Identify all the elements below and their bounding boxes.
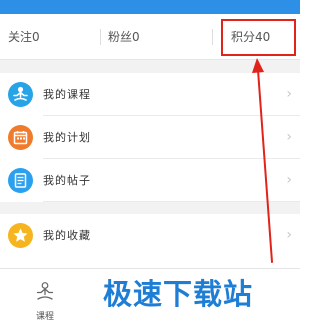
section-gap [0,202,300,214]
highlight-box [221,19,296,56]
calendar-icon [8,125,33,150]
menu-item-label: 我的课程 [43,88,91,101]
menu-item-label: 我的计划 [43,131,91,144]
follow-count[interactable]: 关注0 [8,14,88,60]
divider [100,29,101,45]
chevron-right-icon: › [286,86,292,102]
chevron-right-icon: › [286,129,292,145]
tab-course[interactable]: 课程 [20,281,70,322]
menu-item-my-courses[interactable]: 我的课程 › [0,73,300,116]
document-icon [8,168,33,193]
section-gap [0,60,300,73]
menu-item-label: 我的收藏 [43,229,91,242]
star-icon [8,223,33,248]
status-bar [0,0,300,14]
menu-item-my-posts[interactable]: 我的帖子 › [0,159,300,202]
menu-item-my-favorites[interactable]: 我的收藏 › [0,214,300,257]
menu-item-my-plan[interactable]: 我的计划 › [0,116,300,159]
tab-course-label: 课程 [35,312,54,322]
watermark-text: 极速下载站 [103,277,254,311]
meditation-icon [36,282,54,300]
divider [212,29,213,45]
fans-count[interactable]: 粉丝0 [108,14,188,60]
meditation-icon [8,82,33,107]
chevron-right-icon: › [286,172,292,188]
chevron-right-icon: › [286,227,292,243]
menu-item-label: 我的帖子 [43,174,91,187]
